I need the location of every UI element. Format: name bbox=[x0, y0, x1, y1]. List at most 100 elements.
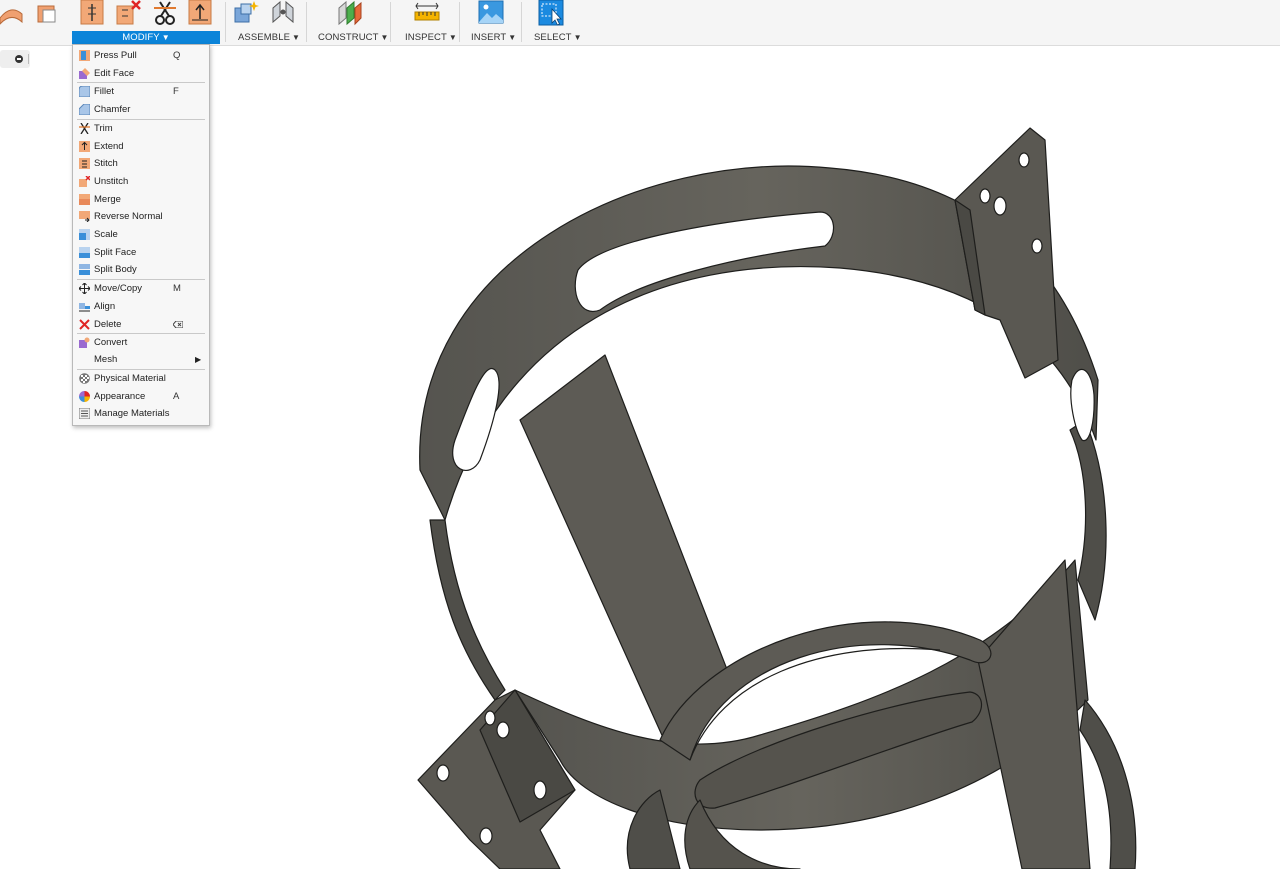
menu-item-merge[interactable]: Merge bbox=[73, 191, 209, 208]
chevron-down-icon: ▼ bbox=[573, 33, 582, 42]
select-label: SELECT bbox=[534, 32, 572, 43]
modify-menu: Press Pull Q Edit Face Fillet F Chamfer … bbox=[72, 44, 210, 426]
menu-item-chamfer[interactable]: Chamfer bbox=[73, 101, 209, 118]
trim-icon bbox=[79, 123, 90, 134]
menu-item-label: Manage Materials bbox=[94, 408, 170, 419]
modify-dropdown[interactable]: MODIFY ▼ bbox=[72, 31, 220, 44]
chamfer-icon bbox=[79, 104, 90, 115]
menu-item-split-body[interactable]: Split Body bbox=[73, 261, 209, 278]
assemble-label: ASSEMBLE bbox=[238, 32, 291, 43]
menu-item-extend[interactable]: Extend bbox=[73, 138, 209, 155]
chevron-down-icon: ▼ bbox=[448, 33, 457, 42]
backspace-key-icon bbox=[173, 321, 183, 328]
select-icon[interactable] bbox=[538, 0, 564, 26]
new-component-icon[interactable] bbox=[233, 0, 259, 26]
menu-item-label: Split Body bbox=[94, 264, 137, 275]
toolbar-separator bbox=[225, 2, 226, 42]
menu-item-convert[interactable]: Convert bbox=[73, 334, 209, 351]
insert-image-icon[interactable] bbox=[478, 0, 504, 26]
menu-item-label: Extend bbox=[94, 141, 124, 152]
unstitch-icon bbox=[79, 176, 90, 187]
shortcut-label: Q bbox=[173, 50, 181, 61]
menu-item-label: Merge bbox=[94, 194, 121, 205]
toolbar-separator bbox=[521, 2, 522, 42]
toolbar-separator bbox=[390, 2, 391, 42]
menu-item-fillet[interactable]: Fillet F bbox=[73, 83, 209, 100]
menu-item-align[interactable]: Align bbox=[73, 298, 209, 315]
menu-item-trim[interactable]: Trim bbox=[73, 120, 209, 137]
menu-item-edit-face[interactable]: Edit Face bbox=[73, 65, 209, 82]
menu-item-label: Edit Face bbox=[94, 68, 135, 79]
menu-item-label: Appearance bbox=[94, 391, 146, 402]
menu-item-label: Reverse Normal bbox=[94, 211, 163, 222]
extend-icon[interactable] bbox=[187, 0, 213, 26]
loft-icon[interactable] bbox=[0, 0, 24, 26]
unstitch-icon[interactable] bbox=[115, 0, 141, 26]
assemble-dropdown[interactable]: ASSEMBLE ▼ bbox=[238, 31, 300, 44]
menu-item-label: Align bbox=[94, 301, 116, 312]
chevron-down-icon: ▼ bbox=[292, 33, 301, 42]
align-icon bbox=[79, 303, 90, 312]
chevron-down-icon: ▼ bbox=[161, 33, 170, 42]
convert-icon bbox=[79, 337, 90, 348]
split-face-icon bbox=[79, 247, 90, 258]
minus-circle-icon[interactable] bbox=[15, 55, 23, 63]
menu-item-delete[interactable]: Delete bbox=[73, 316, 209, 333]
delete-icon bbox=[79, 319, 90, 330]
appearance-icon bbox=[79, 391, 90, 402]
trim-icon[interactable] bbox=[152, 0, 178, 26]
chevron-down-icon: ▼ bbox=[508, 33, 517, 42]
menu-item-manage-materials[interactable]: Manage Materials bbox=[73, 405, 209, 422]
measure-icon[interactable] bbox=[414, 0, 440, 26]
menu-item-physical-material[interactable]: Physical Material bbox=[73, 370, 209, 387]
inspect-dropdown[interactable]: INSPECT ▼ bbox=[405, 31, 457, 44]
menu-item-move-copy[interactable]: Move/Copy M bbox=[73, 280, 209, 297]
insert-dropdown[interactable]: INSERT ▼ bbox=[471, 31, 516, 44]
menu-item-mesh[interactable]: Mesh ▶ bbox=[73, 351, 209, 368]
construct-label: CONSTRUCT bbox=[318, 32, 379, 43]
modify-label: MODIFY bbox=[122, 32, 160, 43]
menu-item-label: Stitch bbox=[94, 158, 118, 169]
menu-item-split-face[interactable]: Split Face bbox=[73, 244, 209, 261]
joint-icon[interactable] bbox=[270, 0, 296, 26]
menu-item-label: Physical Material bbox=[94, 373, 166, 384]
browser-collapse-control[interactable] bbox=[0, 50, 30, 68]
shortcut-label: A bbox=[173, 391, 180, 402]
chevron-right-icon: ▶ bbox=[195, 355, 202, 364]
menu-item-label: Unstitch bbox=[94, 176, 129, 187]
press-pull-icon[interactable] bbox=[79, 0, 105, 26]
select-dropdown[interactable]: SELECT ▼ bbox=[534, 31, 582, 44]
menu-item-unstitch[interactable]: Unstitch bbox=[73, 173, 209, 190]
menu-item-press-pull[interactable]: Press Pull Q bbox=[73, 47, 209, 64]
menu-item-appearance[interactable]: Appearance A bbox=[73, 388, 209, 405]
physical-material-icon bbox=[79, 373, 90, 384]
split-body-icon bbox=[79, 264, 90, 275]
construct-dropdown[interactable]: CONSTRUCT ▼ bbox=[318, 31, 389, 44]
move-icon bbox=[79, 283, 90, 294]
menu-item-reverse-normal[interactable]: Reverse Normal bbox=[73, 208, 209, 225]
stitch-icon bbox=[79, 158, 90, 169]
merge-icon bbox=[79, 194, 90, 205]
menu-item-label: Scale bbox=[94, 229, 118, 240]
sheet-metal-cage-model bbox=[417, 127, 1137, 869]
divider bbox=[28, 54, 29, 64]
shortcut-label: M bbox=[173, 283, 181, 294]
menu-item-label: Mesh bbox=[94, 354, 118, 365]
menu-item-label: Delete bbox=[94, 319, 122, 330]
ribbon-toolbar: MODIFY ▼ ASSEMBLE ▼ CONSTRUCT ▼ INSPECT ▼ IN… bbox=[0, 0, 1280, 46]
menu-item-stitch[interactable]: Stitch bbox=[73, 155, 209, 172]
menu-item-label: Convert bbox=[94, 337, 128, 348]
menu-item-label: Move/Copy bbox=[94, 283, 143, 294]
menu-item-label: Press Pull bbox=[94, 50, 137, 61]
extend-icon bbox=[79, 141, 90, 152]
shell-icon[interactable] bbox=[34, 0, 60, 26]
inspect-label: INSPECT bbox=[405, 32, 447, 43]
chevron-down-icon: ▼ bbox=[380, 33, 389, 42]
menu-item-label: Fillet bbox=[94, 86, 115, 97]
menu-item-scale[interactable]: Scale bbox=[73, 226, 209, 243]
toolbar-separator bbox=[459, 2, 460, 42]
manage-materials-icon bbox=[79, 408, 90, 419]
offset-plane-icon[interactable] bbox=[337, 0, 363, 26]
scale-icon bbox=[79, 229, 90, 240]
insert-label: INSERT bbox=[471, 32, 507, 43]
